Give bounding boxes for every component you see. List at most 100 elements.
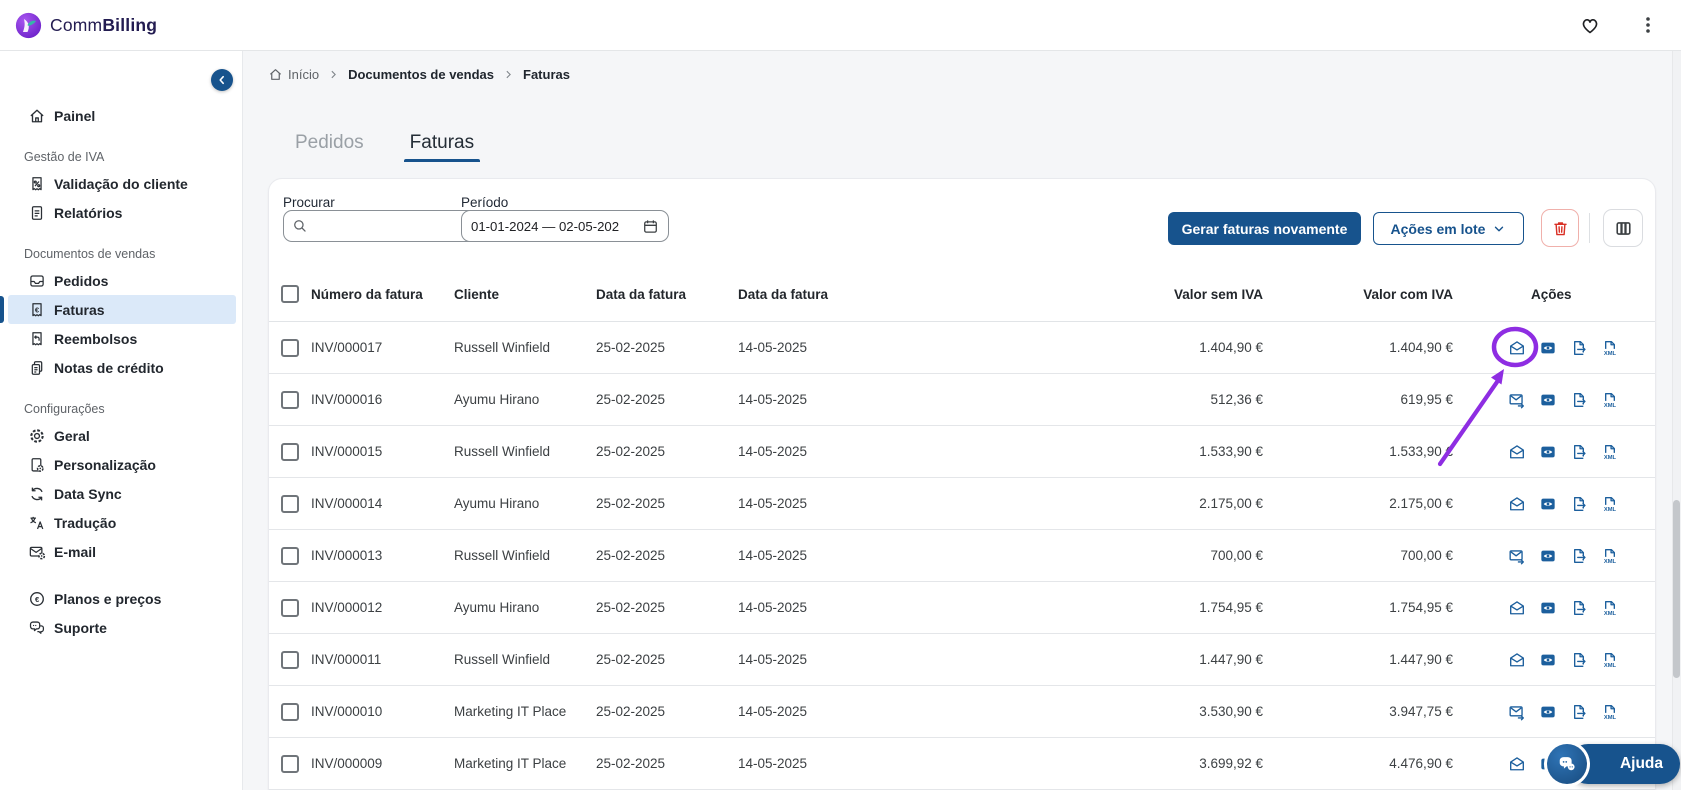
export-icon[interactable] <box>1570 599 1588 617</box>
export-icon[interactable] <box>1570 547 1588 565</box>
brand-logo[interactable]: CommBilling <box>15 12 157 39</box>
view-icon[interactable] <box>1539 495 1557 513</box>
sidebar-item-relatorios[interactable]: Relatórios <box>4 198 238 227</box>
invoice-client: Marketing IT Place <box>454 756 596 771</box>
invoice-date: 25-02-2025 <box>596 496 738 511</box>
help-button[interactable]: Ajuda <box>1544 741 1681 787</box>
svg-text:€: € <box>35 305 40 314</box>
tab-faturas[interactable]: Faturas <box>404 124 480 161</box>
svg-text:XML: XML <box>1604 507 1617 513</box>
row-checkbox[interactable] <box>281 755 299 773</box>
period-field[interactable]: 01-01-2024 — 02-05-202 <box>461 210 669 242</box>
favorites-heart-icon[interactable] <box>1577 12 1603 38</box>
row-actions: XML <box>1453 547 1655 565</box>
search-input[interactable] <box>314 219 470 234</box>
invoice-number: INV/000012 <box>311 600 454 615</box>
table-row: INV/000014Ayumu Hirano25-02-202514-05-20… <box>269 478 1655 530</box>
sidebar-item-data-sync[interactable]: Data Sync <box>4 479 238 508</box>
invoice-number: INV/000015 <box>311 444 454 459</box>
table-row: INV/000013Russell Winfield25-02-202514-0… <box>269 530 1655 582</box>
view-icon[interactable] <box>1539 599 1557 617</box>
view-icon[interactable] <box>1539 547 1557 565</box>
invoice-due-date: 14-05-2025 <box>738 392 1013 407</box>
search-field[interactable] <box>283 210 479 242</box>
delete-button[interactable] <box>1541 209 1579 247</box>
kebab-menu-icon[interactable] <box>1637 13 1659 37</box>
mail-open-icon[interactable] <box>1508 443 1526 461</box>
row-checkbox[interactable] <box>281 599 299 617</box>
row-checkbox[interactable] <box>281 339 299 357</box>
help-chat-icon <box>1544 741 1590 787</box>
select-all-checkbox[interactable] <box>281 285 299 303</box>
mail-send-icon[interactable] <box>1508 703 1526 721</box>
brand-name: CommBilling <box>50 15 157 36</box>
row-checkbox[interactable] <box>281 391 299 409</box>
svg-text:XML: XML <box>1604 663 1617 669</box>
xml-icon[interactable]: XML <box>1601 339 1619 357</box>
xml-icon[interactable]: XML <box>1601 495 1619 513</box>
mail-send-icon[interactable] <box>1508 547 1526 565</box>
sidebar-item-planos-e-precos[interactable]: € Planos e preços <box>4 584 238 613</box>
sidebar-item-validacao-do-cliente[interactable]: Validação do cliente <box>4 169 238 198</box>
sidebar-item-reembolsos[interactable]: Reembolsos <box>4 324 238 353</box>
row-checkbox[interactable] <box>281 651 299 669</box>
row-checkbox[interactable] <box>281 495 299 513</box>
sidebar-item-traducao[interactable]: Tradução <box>4 508 238 537</box>
xml-icon[interactable]: XML <box>1601 651 1619 669</box>
xml-icon[interactable]: XML <box>1601 703 1619 721</box>
view-icon[interactable] <box>1539 391 1557 409</box>
svg-text:XML: XML <box>1604 611 1617 617</box>
help-label: Ajuda <box>1620 755 1663 773</box>
view-icon[interactable] <box>1539 339 1557 357</box>
mail-send-icon[interactable] <box>1508 391 1526 409</box>
row-checkbox[interactable] <box>281 547 299 565</box>
invoice-date: 25-02-2025 <box>596 704 738 719</box>
breadcrumb-documentos-de-vendas[interactable]: Documentos de vendas <box>348 67 494 82</box>
mail-open-icon[interactable] <box>1508 599 1526 617</box>
view-icon[interactable] <box>1539 703 1557 721</box>
row-checkbox[interactable] <box>281 443 299 461</box>
export-icon[interactable] <box>1570 443 1588 461</box>
sidebar: Painel Gestão de IVA Validação do client… <box>0 51 243 790</box>
mail-open-icon[interactable] <box>1508 651 1526 669</box>
period-label: Período <box>461 195 508 210</box>
invoice-number: INV/000010 <box>311 704 454 719</box>
sidebar-item-painel[interactable]: Painel <box>4 101 238 130</box>
sidebar-item-personalizacao[interactable]: Personalização <box>4 450 238 479</box>
mail-open-icon[interactable] <box>1508 755 1526 773</box>
xml-icon[interactable]: XML <box>1601 599 1619 617</box>
view-icon[interactable] <box>1539 443 1557 461</box>
sidebar-item-pedidos[interactable]: Pedidos <box>4 266 238 295</box>
row-actions: XML <box>1453 703 1655 721</box>
tab-pedidos[interactable]: Pedidos <box>289 124 370 161</box>
row-actions: XML <box>1453 339 1655 357</box>
export-icon[interactable] <box>1570 703 1588 721</box>
mail-open-icon[interactable] <box>1508 495 1526 513</box>
topbar: CommBilling <box>0 0 1681 51</box>
scrollbar-thumb[interactable] <box>1673 500 1680 678</box>
export-icon[interactable] <box>1570 391 1588 409</box>
sidebar-item-suporte[interactable]: Suporte <box>4 613 238 642</box>
view-icon[interactable] <box>1539 651 1557 669</box>
invoice-client: Ayumu Hirano <box>454 496 596 511</box>
sidebar-item-email[interactable]: E-mail <box>4 537 238 566</box>
sidebar-item-faturas[interactable]: € Faturas <box>8 295 236 324</box>
mail-open-icon[interactable] <box>1508 339 1526 357</box>
invoice-date: 25-02-2025 <box>596 756 738 771</box>
svg-text:XML: XML <box>1604 559 1617 565</box>
regenerate-invoices-button[interactable]: Gerar faturas novamente <box>1168 212 1361 245</box>
breadcrumb-inicio[interactable]: Início <box>268 67 319 82</box>
sidebar-collapse-button[interactable] <box>211 69 233 91</box>
row-checkbox[interactable] <box>281 703 299 721</box>
xml-icon[interactable]: XML <box>1601 547 1619 565</box>
sidebar-item-notas-de-credito[interactable]: Notas de crédito <box>4 353 238 382</box>
export-icon[interactable] <box>1570 339 1588 357</box>
invoice-due-date: 14-05-2025 <box>738 652 1013 667</box>
sidebar-item-geral[interactable]: Geral <box>4 421 238 450</box>
export-icon[interactable] <box>1570 651 1588 669</box>
batch-actions-button[interactable]: Ações em lote <box>1373 212 1524 245</box>
xml-icon[interactable]: XML <box>1601 391 1619 409</box>
export-icon[interactable] <box>1570 495 1588 513</box>
xml-icon[interactable]: XML <box>1601 443 1619 461</box>
columns-settings-button[interactable] <box>1603 209 1643 247</box>
